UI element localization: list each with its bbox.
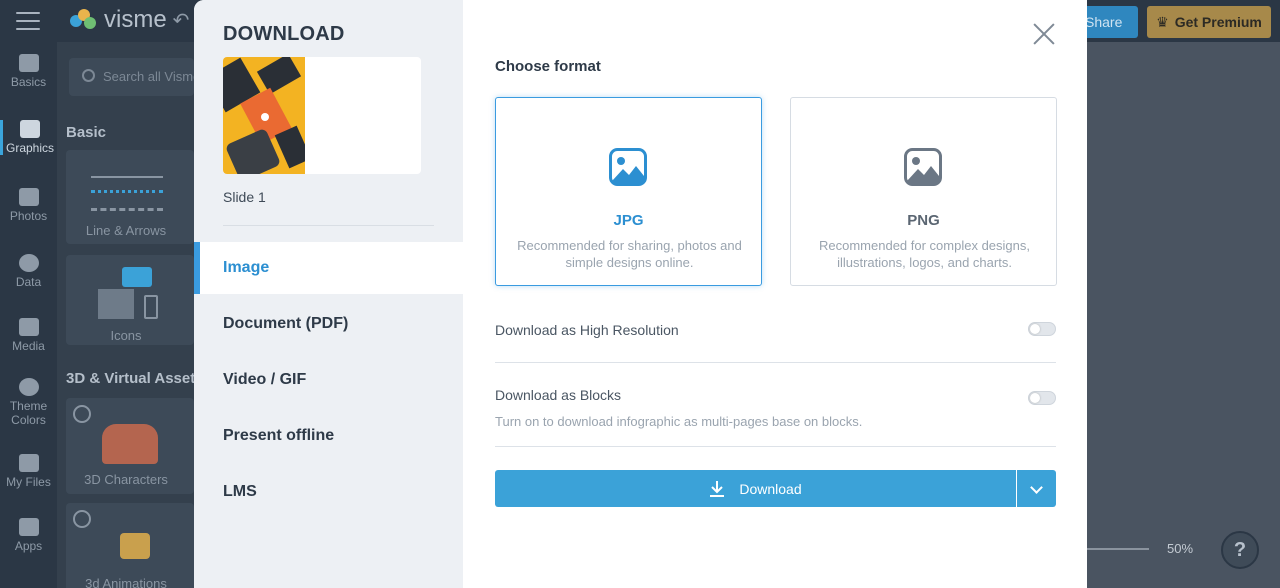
divider <box>495 362 1056 363</box>
palette-icon <box>18 378 39 396</box>
image-icon <box>904 148 942 186</box>
rail-media[interactable]: Media <box>0 318 57 353</box>
format-description: Recommended for complex designs, illustr… <box>819 238 1030 270</box>
format-name: JPG <box>613 212 644 229</box>
zoom-slider[interactable] <box>1087 548 1149 550</box>
format-description: Recommended for sharing, photos and simp… <box>517 238 742 270</box>
image-icon <box>609 148 647 186</box>
basics-icon <box>18 54 39 72</box>
chat-icon <box>122 267 152 287</box>
nav-lms[interactable]: LMS <box>194 466 463 518</box>
format-name: PNG <box>907 212 940 229</box>
photo-icon <box>18 188 39 206</box>
download-label: Download <box>739 480 802 497</box>
search-placeholder: Search all Visme <box>103 69 194 84</box>
assets-panel: Search all Visme Basic Line & Arrows Ico… <box>57 42 204 588</box>
get-premium-label: Get Premium <box>1174 14 1262 30</box>
nav-present-offline[interactable]: Present offline <box>194 410 463 462</box>
rail-photos[interactable]: Photos <box>0 188 57 223</box>
apps-grid-icon <box>18 518 39 536</box>
rail-basics[interactable]: Basics <box>0 54 57 89</box>
high-resolution-toggle[interactable] <box>1028 322 1056 336</box>
get-premium-button[interactable]: ♛ Get Premium <box>1147 6 1271 38</box>
slide-thumbnail-image <box>223 57 305 174</box>
close-icon[interactable] <box>1032 22 1056 46</box>
house-icon <box>98 289 134 319</box>
lock-illustration <box>120 533 150 559</box>
blocks-description: Turn on to download infographic as multi… <box>495 414 863 429</box>
section-3d-heading: 3D & Virtual Assets <box>66 370 204 387</box>
tile-line-arrows[interactable]: Line & Arrows <box>66 150 194 244</box>
dashed-line-icon <box>91 208 163 211</box>
left-rail: Basics Graphics Photos Data Media Theme … <box>0 42 57 588</box>
search-input[interactable]: Search all Visme <box>69 58 194 96</box>
arrow-line-icon <box>91 176 163 178</box>
tile-3d-characters[interactable]: 3D Characters <box>66 398 194 494</box>
rail-my-files[interactable]: My Files <box>0 454 57 489</box>
phone-icon <box>144 295 158 319</box>
help-button[interactable]: ? <box>1221 531 1259 569</box>
download-options-chevron-down-icon[interactable] <box>1017 470 1056 507</box>
logo-mark-icon <box>70 9 98 31</box>
modal-title: DOWNLOAD <box>223 23 345 45</box>
logo[interactable]: visme ↶ <box>70 6 189 34</box>
section-basic-heading: Basic <box>66 124 107 141</box>
play-icon <box>73 405 91 423</box>
tile-icons[interactable]: Icons <box>66 255 194 345</box>
download-modal: DOWNLOAD Slide 1 Image Document (PDF) Vi… <box>194 0 1087 588</box>
tile-3d-animations[interactable]: 3d Animations <box>66 503 194 588</box>
tile-label: Line & Arrows <box>85 223 167 238</box>
characters-illustration <box>102 424 158 464</box>
tile-label: 3D Characters <box>84 472 168 487</box>
modal-sidebar: DOWNLOAD Slide 1 Image Document (PDF) Vi… <box>194 0 463 588</box>
slide-label: Slide 1 <box>223 189 266 205</box>
arrow-dotted-icon <box>91 190 163 193</box>
rail-theme-colors[interactable]: Theme Colors <box>0 378 57 427</box>
nav-document-pdf[interactable]: Document (PDF) <box>194 298 463 350</box>
nav-image[interactable]: Image <box>194 242 463 294</box>
zoom-level: 50% <box>1167 541 1194 556</box>
download-icon <box>710 480 725 497</box>
download-button[interactable]: Download <box>495 470 1016 507</box>
divider <box>223 225 434 226</box>
menu-icon[interactable] <box>16 12 40 30</box>
media-icon <box>18 318 39 336</box>
undo-icon[interactable]: ↶ <box>173 8 190 33</box>
crown-icon: ♛ <box>1156 13 1169 30</box>
tile-label: 3d Animations <box>85 576 167 588</box>
rail-apps[interactable]: Apps <box>0 518 57 553</box>
play-icon <box>73 510 91 528</box>
canvas-area <box>1087 42 1280 588</box>
logo-text: visme <box>104 6 167 33</box>
high-resolution-label: Download as High Resolution <box>495 322 679 338</box>
pie-chart-icon <box>18 254 39 272</box>
rail-data[interactable]: Data <box>0 254 57 289</box>
divider <box>495 446 1056 447</box>
graphics-icon <box>20 120 40 138</box>
choose-format-label: Choose format <box>495 58 601 75</box>
tile-label: Icons <box>110 328 142 343</box>
blocks-label: Download as Blocks <box>495 387 622 403</box>
search-icon <box>82 69 95 82</box>
rail-graphics[interactable]: Graphics <box>0 120 57 155</box>
slide-thumbnail <box>223 57 421 174</box>
nav-video-gif[interactable]: Video / GIF <box>194 354 463 406</box>
format-card-png[interactable]: PNG Recommended for complex designs, ill… <box>790 97 1057 286</box>
blocks-toggle[interactable] <box>1028 391 1056 405</box>
format-card-jpg[interactable]: JPG Recommended for sharing, photos and … <box>495 97 762 286</box>
folder-icon <box>18 454 39 472</box>
